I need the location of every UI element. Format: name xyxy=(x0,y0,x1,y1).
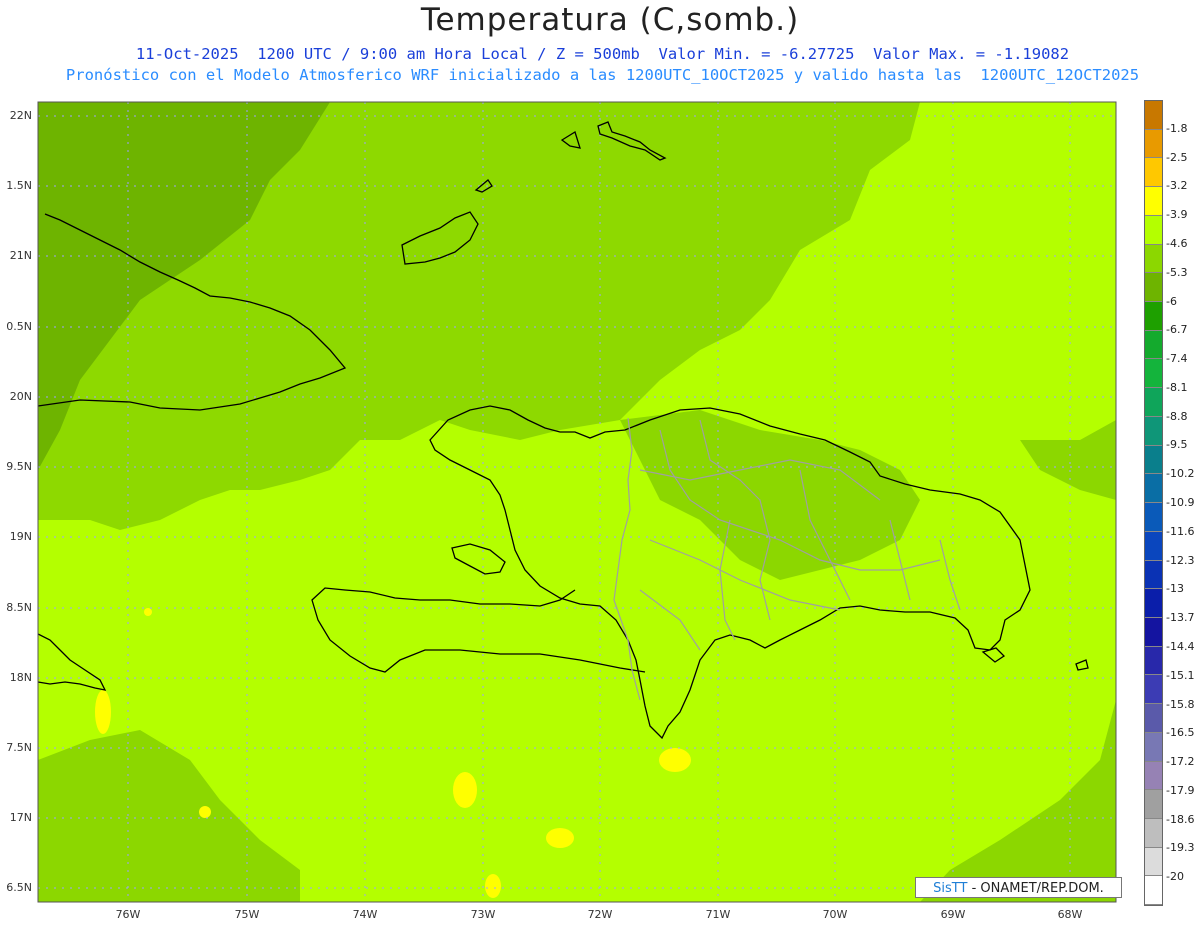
colorbar-tick-label: -15.1 xyxy=(1166,668,1195,682)
longitude-tick-label: 75W xyxy=(234,908,260,921)
colorbar-tick-label: -8.1 xyxy=(1166,380,1188,394)
colorbar-tick-label: -12.3 xyxy=(1166,553,1195,567)
colorbar-tick-label: -17.9 xyxy=(1166,783,1195,797)
latitude-tick-label: 19N xyxy=(9,530,32,543)
colorbar-swatch xyxy=(1145,129,1162,159)
longitude-tick-label: 71W xyxy=(705,908,731,921)
credit-text: - ONAMET/REP.DOM. xyxy=(967,881,1104,896)
latitude-tick-label: 1.5N xyxy=(6,179,32,192)
map-subtitle-run-info: 11-Oct-2025 1200 UTC / 9:00 am Hora Loca… xyxy=(135,45,1070,63)
colorbar-swatch xyxy=(1145,302,1162,331)
colorbar-tick-label: -10.9 xyxy=(1166,496,1195,509)
longitude-tick-label: 72W xyxy=(587,908,613,921)
credit-box: SisTT - ONAMET/REP.DOM. xyxy=(915,877,1122,898)
colorbar-swatch xyxy=(1145,790,1162,819)
colorbar-swatch xyxy=(1145,445,1162,475)
longitude-tick-label: 76W xyxy=(115,908,141,921)
colorbar-tick-label: -8.8 xyxy=(1166,409,1188,423)
map-canvas xyxy=(37,101,1117,903)
colorbar-tick-label: -13.7 xyxy=(1166,611,1195,625)
colorbar-swatch xyxy=(1145,876,1162,906)
credit-brand: SisTT xyxy=(933,881,968,896)
map-title: Temperatura (C,somb.) xyxy=(420,2,800,38)
colorbar-swatch xyxy=(1145,330,1162,360)
colorbar xyxy=(1144,100,1163,906)
colorbar-swatch xyxy=(1145,215,1162,245)
longitude-tick-label: 74W xyxy=(352,908,378,921)
colorbar-tick-label: -5.3 xyxy=(1166,265,1188,279)
colorbar-tick-label: -2.5 xyxy=(1166,150,1188,164)
colorbar-tick-label: -11.6 xyxy=(1166,524,1195,538)
field-spot-warm xyxy=(453,772,477,808)
colorbar-swatch xyxy=(1145,589,1162,618)
colorbar-swatch xyxy=(1145,646,1162,676)
colorbar-swatch xyxy=(1145,732,1162,762)
colorbar-swatch xyxy=(1145,388,1162,417)
colorbar-swatch xyxy=(1145,761,1162,791)
field-spot-warm xyxy=(144,608,152,616)
colorbar-tick-label: -18.6 xyxy=(1166,812,1195,826)
latitude-tick-label: 20N xyxy=(9,390,32,403)
colorbar-swatch xyxy=(1145,101,1162,130)
colorbar-tick-label: -3.9 xyxy=(1166,208,1188,222)
field-spot-warm xyxy=(95,690,111,734)
colorbar-tick-label: -3.2 xyxy=(1166,179,1188,193)
colorbar-tick-label: -17.2 xyxy=(1166,755,1195,769)
field-spot-warm xyxy=(546,828,574,848)
colorbar-swatch xyxy=(1145,818,1162,848)
colorbar-tick-label: -13 xyxy=(1166,582,1184,596)
colorbar-tick-label: -6.7 xyxy=(1166,323,1188,337)
colorbar-swatch xyxy=(1145,474,1162,504)
colorbar-tick-label: -16.5 xyxy=(1166,726,1195,740)
colorbar-swatch xyxy=(1145,158,1162,188)
colorbar-swatch xyxy=(1145,416,1162,446)
colorbar-tick-label: -19.3 xyxy=(1166,841,1195,855)
latitude-tick-label: 6.5N xyxy=(6,881,32,894)
colorbar-swatch xyxy=(1145,244,1162,274)
latitude-tick-label: 9.5N xyxy=(6,460,32,473)
colorbar-tick-label: -6 xyxy=(1166,294,1177,308)
latitude-tick-label: 21N xyxy=(9,249,32,262)
longitude-tick-label: 68W xyxy=(1057,908,1083,921)
colorbar-tick-label: -14.4 xyxy=(1166,639,1195,653)
latitude-tick-label: 17N xyxy=(9,811,32,824)
field-spot-warm xyxy=(199,806,211,818)
latitude-tick-label: 8.5N xyxy=(6,601,32,614)
longitude-tick-label: 69W xyxy=(940,908,966,921)
colorbar-tick-label: -15.8 xyxy=(1166,697,1195,711)
colorbar-swatch xyxy=(1145,675,1162,705)
colorbar-tick-label: -4.6 xyxy=(1166,236,1188,250)
latitude-tick-label: 22N xyxy=(9,109,32,122)
latitude-tick-label: 18N xyxy=(9,671,32,684)
colorbar-tick-label: -7.4 xyxy=(1166,352,1188,366)
map-subtitle-forecast-info: Pronóstico con el Modelo Atmosferico WRF… xyxy=(65,66,1140,84)
colorbar-swatch xyxy=(1145,617,1162,647)
colorbar-tick-label: -9.5 xyxy=(1166,438,1188,452)
colorbar-swatch xyxy=(1145,847,1162,877)
colorbar-tick-label: -20 xyxy=(1166,870,1184,884)
colorbar-swatch xyxy=(1145,503,1162,532)
colorbar-tick-label: -10.2 xyxy=(1166,467,1195,481)
longitude-tick-label: 70W xyxy=(822,908,848,921)
colorbar-swatch xyxy=(1145,560,1162,590)
latitude-tick-label: 0.5N xyxy=(6,320,32,333)
latitude-tick-label: 7.5N xyxy=(6,741,32,754)
colorbar-swatch xyxy=(1145,531,1162,561)
colorbar-swatch xyxy=(1145,704,1162,733)
field-spot-warm xyxy=(659,748,691,772)
colorbar-swatch xyxy=(1145,273,1162,303)
colorbar-swatch xyxy=(1145,187,1162,216)
colorbar-swatch xyxy=(1145,359,1162,389)
colorbar-tick-label: -1.8 xyxy=(1166,121,1188,135)
longitude-tick-label: 73W xyxy=(470,908,496,921)
field-spot-warm xyxy=(485,874,501,898)
